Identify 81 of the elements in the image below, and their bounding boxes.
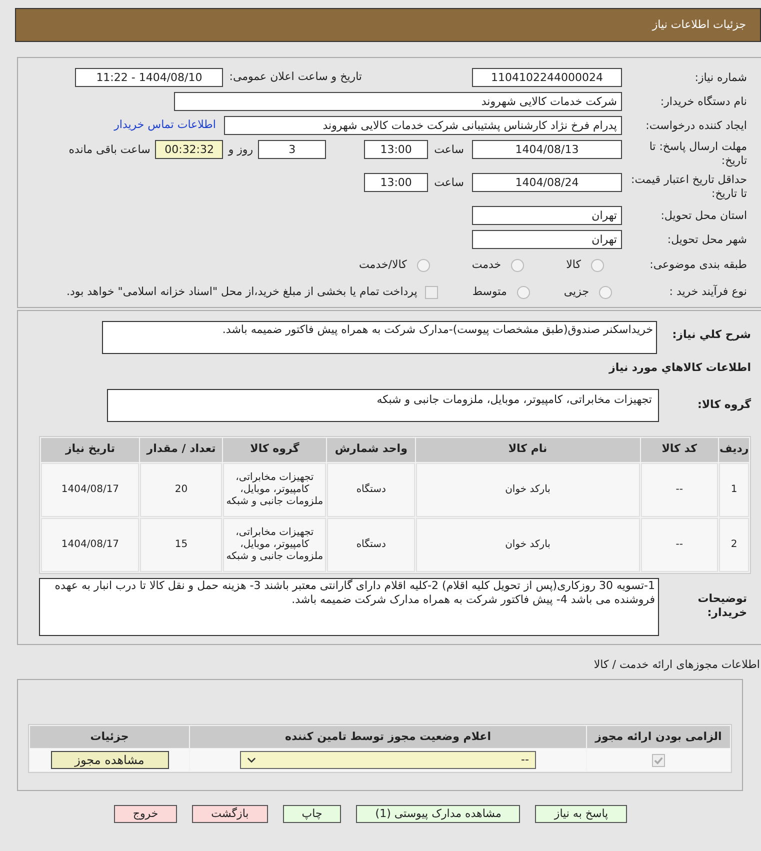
column-header: نام کالا <box>416 438 640 462</box>
column-header: تاریخ نیاز <box>41 438 140 462</box>
field-label: شهر محل تحویل: <box>666 232 747 246</box>
field-label: ساعت باقی مانده <box>68 142 150 158</box>
section-heading: اطلاعات کالاهاي مورد نياز <box>608 360 751 376</box>
field-label: شماره نیاز: <box>694 70 747 84</box>
table-cell: دستگاه <box>327 462 415 516</box>
table-cell: -- <box>640 518 718 572</box>
field-label: حداقل تاریخ اعتبار قیمت: تا تاریخ: <box>630 173 747 201</box>
text-field[interactable]: 1404/08/13 <box>472 140 622 159</box>
page-title: جزئیات اطلاعات نیاز <box>652 16 746 33</box>
table-cell: 20 <box>140 462 222 516</box>
radio-label: جزیی <box>564 284 589 300</box>
action-button[interactable]: مشاهده مدارک پیوستی (1) <box>356 805 520 823</box>
table-cell: بارکد خوان <box>416 518 640 572</box>
field-label: استان محل تحویل: <box>660 208 747 222</box>
text-field[interactable]: 3 <box>258 140 326 159</box>
action-button[interactable]: بازگشت <box>192 805 268 823</box>
radio-button[interactable] <box>511 258 524 272</box>
table-cell: دستگاه <box>327 518 415 572</box>
section-heading: اطلاعات مجوزهای ارائه خدمت / کالا <box>592 656 760 673</box>
radio-button[interactable] <box>416 258 430 272</box>
field-label: ایجاد کننده درخواست: <box>644 118 747 132</box>
column-header: جزئیات <box>30 726 189 748</box>
column-header: کد کالا <box>640 438 718 462</box>
field-label: توضیحات خریدار: <box>696 592 747 620</box>
table-cell: 1404/08/17 <box>41 462 140 516</box>
column-header: واحد شمارش <box>327 438 415 462</box>
status-dropdown[interactable]: -- <box>240 751 536 769</box>
table-cell: تجهیزات مخابراتی، کامپیوتر، موبایل، ملزومات جانبی و شبکه <box>222 518 326 572</box>
field-label: گروه کالا: <box>696 396 751 413</box>
field-label: نوع فرآیند خرید : <box>668 285 747 299</box>
action-button[interactable]: خروج <box>114 805 178 823</box>
field-label: شرح کلي نياز: <box>671 327 751 343</box>
column-header: گروه کالا <box>222 438 326 462</box>
text-field[interactable]: 13:00 <box>364 140 428 159</box>
text-field[interactable]: 13:00 <box>364 173 428 192</box>
checkbox[interactable] <box>652 754 665 766</box>
column-header: ردیف <box>719 438 749 462</box>
field-label: روز و <box>228 142 254 158</box>
view-license-button[interactable]: مشاهده مجوز <box>50 751 168 769</box>
chevron-down-icon <box>247 757 256 763</box>
action-button[interactable]: پاسخ به نیاز <box>535 805 628 823</box>
checkbox[interactable] <box>425 286 438 298</box>
table-cell: 15 <box>140 518 222 572</box>
table-cell: -- <box>640 462 718 516</box>
column-header: اعلام وضعیت مجوز توسط تامین کننده <box>190 726 586 748</box>
buyer-contact-link[interactable]: اطلاعات تماس خریدار <box>114 117 216 134</box>
radio-button[interactable] <box>516 286 530 298</box>
text-field[interactable]: 1404/08/24 <box>472 173 622 192</box>
radio-label: کالا <box>566 256 581 273</box>
table-cell: 2 <box>719 518 749 572</box>
table-cell: 1404/08/17 <box>41 518 140 572</box>
radio-button[interactable] <box>591 258 604 272</box>
table-cell: بارکد خوان <box>416 462 640 516</box>
column-header: تعداد / مقدار <box>140 438 222 462</box>
text-field[interactable]: تهران <box>472 206 622 225</box>
payment-note: پرداخت تمام یا بخشی از مبلغ خرید،از محل "اسناد خزانه اسلامی" خواهد بود. <box>66 284 418 300</box>
table-cell: 1 <box>719 462 749 516</box>
field-label: نام دستگاه خریدار: <box>659 94 747 108</box>
field-label: طبقه بندی موضوعی: <box>648 258 747 272</box>
radio-label: کالا/خدمت <box>359 256 407 273</box>
field-label: ساعت <box>434 175 464 191</box>
radio-label: خدمت <box>472 256 502 273</box>
text-field[interactable]: 1404/08/10 - 11:22 <box>75 68 224 87</box>
table-cell: تجهیزات مخابراتی، کامپیوتر، موبایل، ملزومات جانبی و شبکه <box>222 462 326 516</box>
field-label: ساعت <box>434 142 464 158</box>
field-label: تاریخ و ساعت اعلان عمومی: <box>229 69 362 86</box>
radio-label: متوسط <box>472 284 507 300</box>
field-label: مهلت ارسال پاسخ: تا تاریخ: <box>648 140 747 168</box>
text-area[interactable]: خریداسکنر صندوق(طبق مشخصات پیوست)-مدارک شرکت به همراه پیش فاکتور ضمیمه باشد. <box>102 321 657 354</box>
column-header: الزامی بودن ارائه مجوز <box>587 726 730 748</box>
text-area[interactable]: تجهیزات مخابراتی، کامپیوتر، موبایل، ملزومات جانبی و شبکه <box>107 388 659 422</box>
text-field[interactable]: تهران <box>472 230 622 249</box>
text-field[interactable]: 00:32:32 <box>155 140 224 159</box>
text-area[interactable]: 1-تسویه 30 روزکاری(پس از تحویل کلیه اقلام) 2-کلیه اقلام دارای گارانتی معتبر باشند 3- هزینه حمل و نقل کالا تا درب انبار به عهده فروشنده می باشد 4- پیش فاکتور شرکت به همراه مدارک شرکت ضمیمه باشد. <box>39 578 659 636</box>
action-button[interactable]: چاپ <box>282 805 342 823</box>
text-field[interactable]: 1104102244000024 <box>472 68 622 87</box>
radio-button[interactable] <box>599 286 612 298</box>
text-field[interactable]: پدرام فرخ نژاد کارشناس پشتیبانی شرکت خدمات کالایی شهروند <box>224 116 622 135</box>
text-field[interactable]: شرکت خدمات کالایی شهروند <box>174 92 622 111</box>
